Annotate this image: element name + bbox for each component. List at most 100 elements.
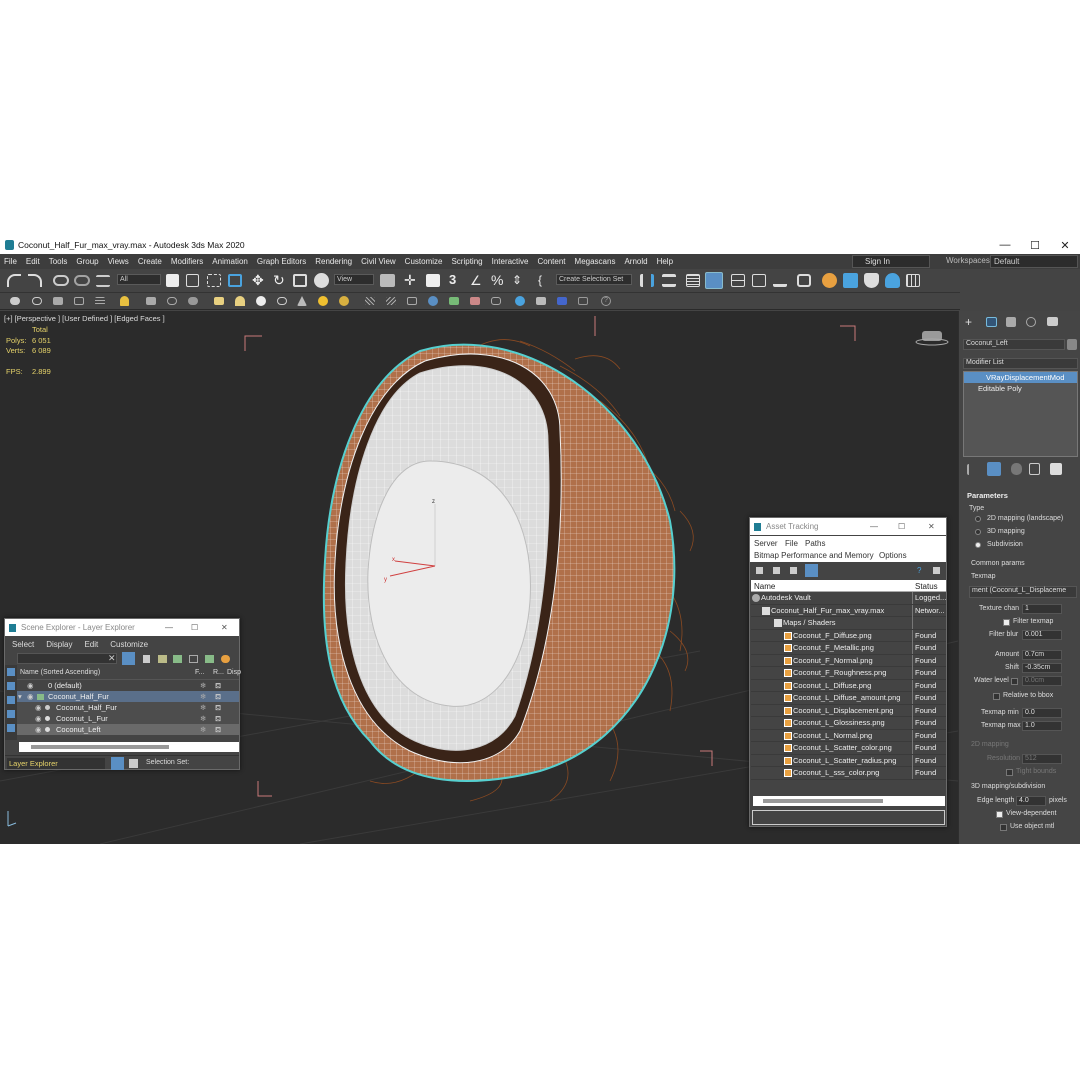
- pivot-icon[interactable]: [380, 274, 395, 287]
- edit-named-selection-icon[interactable]: {: [538, 273, 552, 288]
- selection-filter-dropdown[interactable]: All: [117, 274, 161, 285]
- visibility-eye-icon[interactable]: ◉: [27, 680, 34, 691]
- asset-row[interactable]: Coconut_F_Diffuse.png Found: [751, 629, 946, 642]
- vray-sun-icon[interactable]: [318, 296, 328, 306]
- at-table-icon[interactable]: [790, 567, 797, 574]
- make-unique-icon[interactable]: [1011, 463, 1022, 475]
- scale-icon[interactable]: [293, 274, 307, 287]
- close-button[interactable]: ✕: [1050, 236, 1080, 254]
- scene-explorer-maximize-icon[interactable]: ☐: [191, 619, 198, 636]
- menu-interactive[interactable]: Interactive: [492, 257, 529, 266]
- menu-customize[interactable]: Customize: [405, 257, 443, 266]
- asset-row[interactable]: Coconut_L_Diffuse_amount.png Found: [751, 692, 946, 705]
- create-tab-icon[interactable]: +: [965, 316, 975, 328]
- at-help-icon[interactable]: ?: [917, 566, 925, 575]
- radio-3d-mapping[interactable]: [975, 529, 981, 535]
- render-setup-icon[interactable]: [822, 273, 837, 288]
- vray-plane-icon[interactable]: [214, 297, 224, 305]
- schematic-view-icon[interactable]: [773, 274, 787, 287]
- curve-editor-icon[interactable]: [752, 274, 766, 287]
- menu-file[interactable]: File: [4, 257, 17, 266]
- se-horizontal-scrollbar[interactable]: [19, 742, 239, 752]
- scene-explorer-minimize-icon[interactable]: —: [165, 619, 173, 636]
- motion-tab-icon[interactable]: [1026, 317, 1036, 327]
- asset-row[interactable]: Autodesk Vault Logged...: [751, 592, 946, 605]
- freeze-icon[interactable]: ❄: [200, 702, 206, 713]
- water-level-spinner[interactable]: 0.0cm: [1022, 676, 1062, 686]
- render-teapot-icon[interactable]: ⛾: [215, 702, 221, 713]
- tree-row-object-half-fur[interactable]: ◉ Coconut_Half_Fur ❄ ⛾: [17, 702, 239, 713]
- render-iterative-icon[interactable]: [885, 273, 900, 288]
- texmap-max-spinner[interactable]: 1.0: [1022, 721, 1062, 731]
- at-scrollbar-thumb[interactable]: [763, 799, 883, 803]
- vray-mesh-icon[interactable]: [277, 297, 287, 305]
- visibility-eye-icon[interactable]: ◉: [35, 702, 42, 713]
- water-level-checkbox[interactable]: [1011, 678, 1018, 685]
- vray-converter-icon[interactable]: [491, 297, 501, 305]
- render-teapot-icon[interactable]: ⛾: [215, 713, 221, 724]
- help-icon[interactable]: ?: [601, 296, 611, 306]
- freeze-icon[interactable]: ❄: [200, 680, 206, 691]
- menu-megascans[interactable]: Megascans: [575, 257, 616, 266]
- asset-row[interactable]: Maps / Shaders: [751, 617, 946, 630]
- asset-row[interactable]: Coconut_L_Normal.png Found: [751, 729, 946, 742]
- tight-bounds-checkbox[interactable]: [1006, 769, 1013, 776]
- percent-snap-icon[interactable]: %: [491, 272, 507, 288]
- viewport-tool-icon[interactable]: [10, 297, 20, 305]
- asset-row[interactable]: Coconut_L_Glossiness.png Found: [751, 717, 946, 730]
- render-teapot-icon[interactable]: ⛾: [215, 680, 221, 691]
- vray-bake-icon[interactable]: [578, 297, 588, 305]
- unlink-icon[interactable]: [74, 275, 90, 286]
- view-dependent-checkbox[interactable]: [996, 811, 1003, 818]
- move-icon[interactable]: ✥: [252, 272, 268, 288]
- lock-icon[interactable]: [143, 655, 150, 663]
- freeze-icon[interactable]: ❄: [200, 713, 206, 724]
- se-col-frozen[interactable]: F...: [195, 669, 204, 676]
- layer-stack-icon[interactable]: [205, 655, 214, 663]
- freeform-icon[interactable]: [95, 297, 105, 305]
- vray-proxy-icon[interactable]: [386, 297, 396, 305]
- vray-ipr-icon[interactable]: [515, 296, 525, 306]
- display-geometry-icon[interactable]: [7, 682, 15, 690]
- keyboard-shortcut-icon[interactable]: [426, 274, 440, 287]
- menu-arnold[interactable]: Arnold: [624, 257, 647, 266]
- filter-blur-spinner[interactable]: 0.001: [1022, 630, 1062, 640]
- visibility-eye-icon[interactable]: ◉: [35, 724, 42, 735]
- radio-subdivision[interactable]: [975, 542, 981, 548]
- material-editor-icon[interactable]: [797, 274, 811, 287]
- toggle-scene-explorer-icon[interactable]: [686, 274, 700, 287]
- tree-row-object-l-fur[interactable]: ◉ Coconut_L_Fur ❄ ⛾: [17, 713, 239, 724]
- snap-toggle-icon[interactable]: 3: [449, 272, 465, 288]
- scene-explorer-search[interactable]: [17, 653, 117, 664]
- render-in-cloud-icon[interactable]: [906, 274, 920, 287]
- align-icon[interactable]: [662, 274, 676, 287]
- at-col-name[interactable]: Name: [754, 582, 775, 591]
- display-helpers-icon[interactable]: [7, 724, 15, 732]
- se-col-render[interactable]: R...: [213, 669, 224, 676]
- display-lights-icon[interactable]: [7, 696, 15, 704]
- vray-render-icon[interactable]: [428, 296, 438, 306]
- populate-icon[interactable]: [53, 297, 63, 305]
- freeze-icon[interactable]: ❄: [200, 691, 206, 702]
- visibility-eye-icon[interactable]: ◉: [27, 691, 34, 702]
- mirror-icon[interactable]: [640, 274, 654, 287]
- use-object-mtl-checkbox[interactable]: [1000, 824, 1007, 831]
- vray-fur-icon[interactable]: [365, 297, 375, 305]
- layer-mode-icon[interactable]: [111, 757, 124, 770]
- undo-icon[interactable]: [7, 274, 21, 287]
- select-by-name-icon[interactable]: [186, 274, 199, 287]
- vray-scene-icon[interactable]: [407, 297, 417, 305]
- scene-explorer-title-bar[interactable]: Scene Explorer - Layer Explorer — ☐ ✕: [5, 619, 239, 636]
- at-refresh-icon[interactable]: [756, 567, 763, 574]
- se-menu-customize[interactable]: Customize: [110, 640, 148, 649]
- menu-scripting[interactable]: Scripting: [451, 257, 482, 266]
- hierarchy-mode-icon[interactable]: [129, 759, 138, 768]
- display-objects-icon[interactable]: [7, 668, 15, 676]
- se-menu-edit[interactable]: Edit: [84, 640, 98, 649]
- modifier-list-dropdown[interactable]: Modifier List: [963, 358, 1078, 369]
- se-col-name[interactable]: Name (Sorted Ascending): [20, 669, 100, 676]
- at-horizontal-scrollbar[interactable]: [753, 796, 945, 806]
- menu-create[interactable]: Create: [138, 257, 162, 266]
- link-icon[interactable]: [53, 275, 69, 286]
- at-settings-icon[interactable]: [933, 567, 940, 574]
